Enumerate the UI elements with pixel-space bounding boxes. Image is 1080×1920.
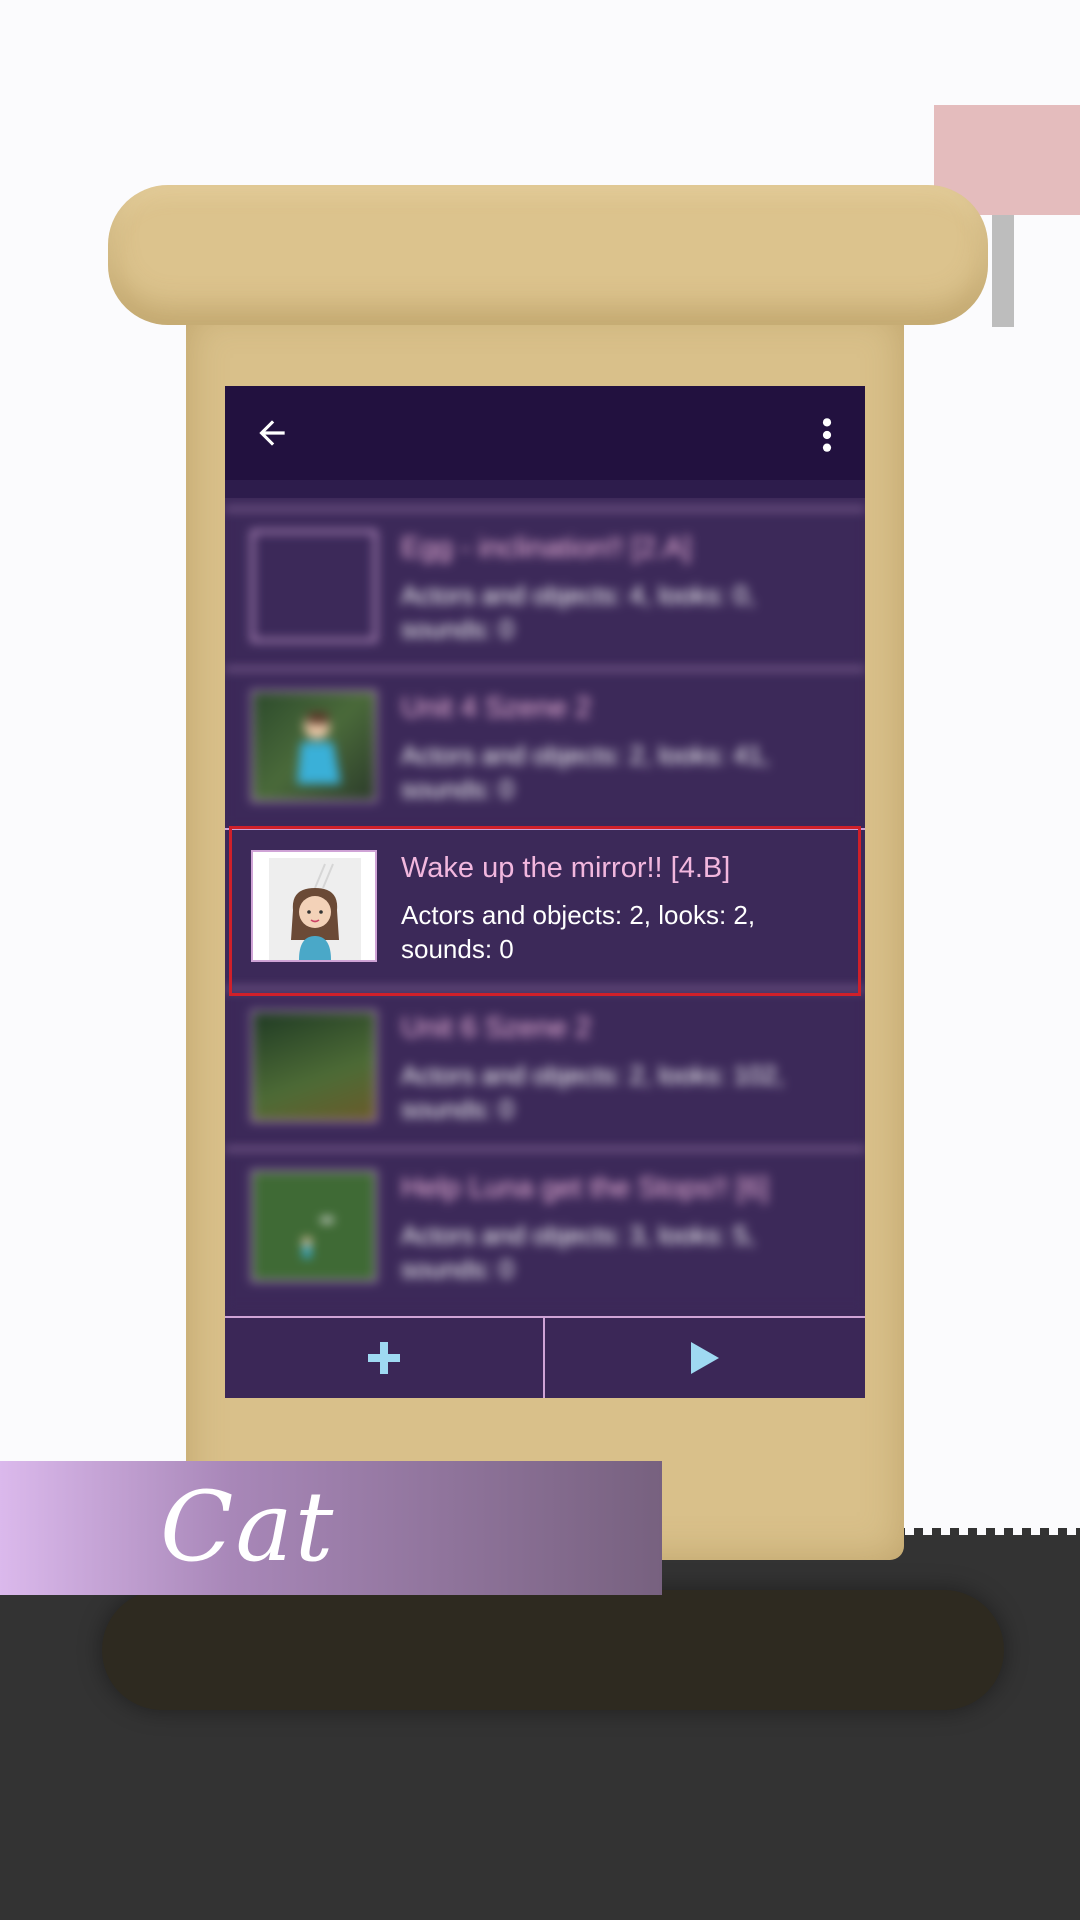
project-details: Actors and objects: 4, looks: 0, sounds:… xyxy=(401,580,756,644)
project-thumbnail xyxy=(251,1010,377,1122)
figure-icon xyxy=(302,1217,334,1258)
project-item-help-luna[interactable]: Help Luna get the Stops!! [6] Actors and… xyxy=(225,1148,865,1308)
project-item-unit4[interactable]: Unit 4 Szene 2 Actors and objects: 2, lo… xyxy=(225,668,865,828)
arrow-left-icon[interactable] xyxy=(253,414,291,452)
play-icon xyxy=(691,1342,719,1374)
girl-figure-icon xyxy=(297,712,341,784)
project-details: Actors and objects: 2, looks: 2, sounds:… xyxy=(401,900,756,964)
banner-text: Cat xyxy=(160,1471,336,1583)
project-thumbnail-empty xyxy=(251,530,377,642)
project-details: Actors and objects: 3, looks: 5, sounds:… xyxy=(401,1220,756,1284)
project-list: Egg - inclination!! [2.A] Actors and obj… xyxy=(225,508,865,1308)
project-thumbnail xyxy=(251,1170,377,1282)
app-toolbar xyxy=(225,386,865,480)
project-title: Unit 6 Szene 2 xyxy=(401,1012,592,1044)
toolbar-shadow-bar xyxy=(225,480,865,498)
girl-avatar-icon xyxy=(269,858,361,960)
project-title: Help Luna get the Stops!! [6] xyxy=(401,1172,769,1204)
parchment-scroll-top-roll xyxy=(108,185,988,325)
app-screen: Egg - inclination!! [2.A] Actors and obj… xyxy=(225,386,865,1398)
project-item-egg[interactable]: Egg - inclination!! [2.A] Actors and obj… xyxy=(225,508,865,668)
more-vert-icon[interactable] xyxy=(821,416,833,454)
bottom-action-bar xyxy=(225,1316,865,1398)
project-item-unit6[interactable]: Unit 6 Szene 2 Actors and objects: 2, lo… xyxy=(225,988,865,1148)
project-title: Unit 4 Szene 2 xyxy=(401,692,592,724)
project-thumbnail xyxy=(251,690,377,802)
add-project-button[interactable] xyxy=(225,1318,543,1398)
project-item-wake-up-mirror[interactable]: Wake up the mirror!! [4.B] Actors and ob… xyxy=(225,828,865,988)
label-banner: Cat xyxy=(0,1461,662,1595)
plus-icon xyxy=(368,1342,400,1374)
project-title: Wake up the mirror!! [4.B] xyxy=(401,852,731,884)
play-button[interactable] xyxy=(545,1318,865,1398)
project-details: Actors and objects: 2, looks: 41, sounds… xyxy=(401,740,770,804)
decorative-grey-square xyxy=(992,215,1014,327)
project-details: Actors and objects: 2, looks: 102, sound… xyxy=(401,1060,784,1124)
project-thumbnail xyxy=(251,850,377,962)
parchment-scroll-bottom-roll xyxy=(102,1590,1004,1710)
project-title: Egg - inclination!! [2.A] xyxy=(401,532,692,564)
